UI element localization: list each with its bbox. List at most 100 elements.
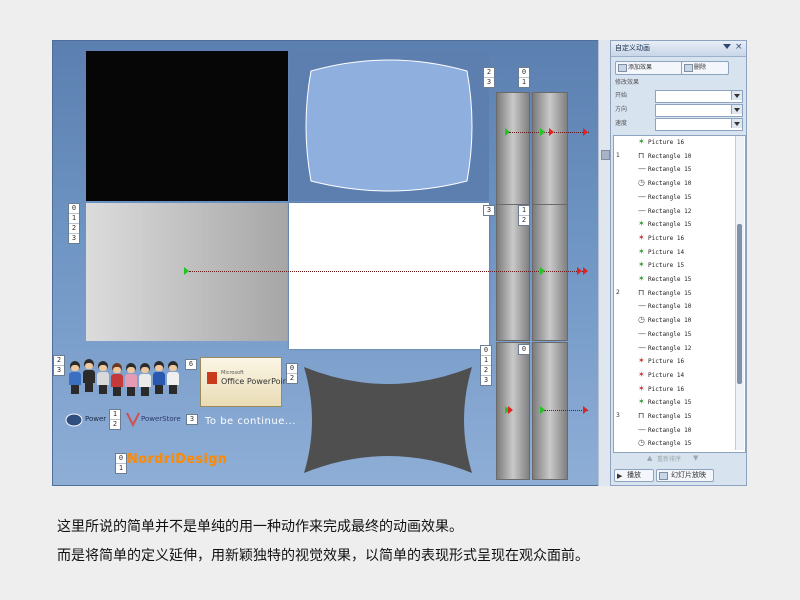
motion-path-line-icon: — [638,424,646,434]
motion-path-line-icon: — [638,328,646,338]
chevron-down-icon[interactable] [731,119,742,128]
clock-icon: ◷ [638,438,645,448]
black-rectangle-shape[interactable] [86,51,288,201]
animation-list-item[interactable]: ✶ Picture 16 [614,355,734,369]
concave-dark-shape[interactable] [298,361,478,479]
animation-list-item[interactable]: ✶ Rectangle 15 [614,218,734,232]
caption-line-2: 而是将简单的定义延伸，用新颖独特的视觉效果，以简单的表现形式呈现在观众面前。 [57,548,589,564]
delete-button[interactable]: 删除 [681,61,729,75]
animation-item-label: Rectangle 15 [648,289,692,297]
motion-start-marker [540,406,545,414]
animation-list-item[interactable]: ✶ Rectangle 15 [614,396,734,410]
motion-end-marker [549,128,554,136]
animation-list-item[interactable]: — Rectangle 10 [614,300,734,314]
slideshow-button[interactable]: 幻灯片放映 [656,469,714,482]
animation-list-item[interactable]: — Rectangle 12 [614,342,734,356]
green-star-effect-icon: ✶ [638,260,645,270]
animation-list-item[interactable]: ✶ Picture 16 [614,383,734,397]
chevron-down-icon[interactable] [731,91,742,100]
blue-panel-shape[interactable] [289,51,489,201]
to-be-continue-text[interactable]: To be continue... [205,416,296,427]
animation-list-item[interactable]: ✶ Picture 14 [614,246,734,260]
animation-list-item[interactable]: — Rectangle 10 [614,424,734,438]
animation-item-label: Rectangle 15 [648,330,692,338]
task-pane-title-bar: 自定义动画 × [611,41,746,57]
vertical-strip-shape[interactable] [496,342,530,480]
close-icon[interactable]: × [735,42,743,52]
animation-list-item[interactable]: ✶ Rectangle 15 [614,273,734,287]
slide-canvas[interactable]: 23 01 0123 3 12 23 6 Microsoft Office Po… [52,40,610,486]
motion-path-line-icon: — [638,164,646,174]
animation-item-label: Rectangle 15 [648,440,692,448]
animation-item-label: Rectangle 12 [648,207,692,215]
animation-item-label: Picture 14 [648,248,685,256]
power-logo-text: Power [85,415,107,423]
animation-list-item[interactable]: 1 ⊓ Rectangle 10 [614,150,734,164]
red-star-effect-icon: ✶ [638,356,645,366]
green-star-effect-icon: ✶ [638,397,645,407]
nordri-design-logo[interactable]: NordriDesign [127,452,227,467]
white-rectangle-shape[interactable] [289,203,489,349]
delete-icon [684,64,693,72]
animation-list-item[interactable]: ✶ Picture 16 [614,232,734,246]
animation-order-tag: 23 [483,67,495,88]
animation-item-label: Rectangle 15 [648,221,692,229]
animation-list-item[interactable]: 3 ⊓ Rectangle 15 [614,410,734,424]
arrow-down-icon[interactable]: ▼ [693,454,698,462]
cartoon-person-image[interactable] [125,363,137,396]
green-star-effect-icon: ✶ [638,219,645,229]
animation-list-item[interactable]: ✶ Picture 15 [614,259,734,273]
animation-item-label: Rectangle 10 [648,180,692,188]
animation-list-item[interactable]: ◷ Rectangle 10 [614,177,734,191]
add-effect-label: 添加效果 [628,64,653,71]
animation-item-label: Rectangle 10 [648,152,692,160]
animation-order-tag: 12 [109,409,121,430]
scrollbar-thumb[interactable] [601,150,610,160]
motion-start-marker [540,267,545,275]
slide-vertical-scrollbar[interactable] [598,40,610,486]
mouse-click-icon: ⊓ [638,287,645,297]
office-powerpoint-logo-image[interactable]: Microsoft Office PowerPoint [200,357,291,407]
reorder-label: 重新排序 [657,456,682,463]
scrollbar-thumb[interactable] [737,224,742,384]
vertical-strip-shape[interactable] [532,204,568,341]
motion-end-marker [583,406,588,414]
animation-list-item[interactable]: — Rectangle 15 [614,328,734,342]
start-select[interactable] [655,90,743,103]
cartoon-person-image[interactable] [139,363,151,396]
cartoon-person-image[interactable] [153,361,165,394]
animation-list-item[interactable]: — Rectangle 12 [614,205,734,219]
animation-list[interactable]: ✶ Picture 16 1 ⊓ Rectangle 10— Rectangle 15 ◷ R… [613,135,746,453]
vertical-strip-shape[interactable] [532,342,568,480]
cartoon-person-image[interactable] [69,361,81,394]
chevron-down-icon[interactable] [723,44,731,49]
animation-list-item[interactable]: ✶ Picture 16 [614,136,734,150]
cartoon-person-image[interactable] [97,361,109,394]
animation-list-item[interactable]: 2 ⊓ Rectangle 15 [614,287,734,301]
speed-label: 速度 [615,120,628,127]
animation-list-item[interactable]: ◷ Rectangle 15 [614,437,734,451]
bulged-rectangle-shape[interactable] [289,51,489,201]
powerstore-logo-text: PowerStore [141,415,181,423]
animation-list-item[interactable]: ✶ Picture 14 [614,369,734,383]
arrow-up-icon[interactable]: ▲ [647,454,652,462]
cartoon-person-image[interactable] [111,363,123,396]
animation-list-item[interactable]: ◷ Rectangle 10 [614,314,734,328]
speed-select[interactable] [655,118,743,131]
motion-end-marker [577,267,582,275]
motion-path [544,410,588,411]
chevron-down-icon[interactable] [731,105,742,114]
cartoon-person-image[interactable] [167,361,179,394]
cartoon-person-image[interactable] [83,359,95,392]
play-button[interactable]: ▶ 播放 [614,469,654,482]
animation-item-label: Picture 16 [648,234,685,242]
direction-select[interactable] [655,104,743,117]
add-effect-button[interactable]: 添加效果 [615,61,691,75]
motion-path-line-icon: — [638,342,646,352]
animation-list-scrollbar[interactable] [735,136,744,450]
animation-list-item[interactable]: — Rectangle 15 [614,163,734,177]
motion-end-marker [583,128,588,136]
animation-list-item[interactable]: — Rectangle 15 [614,191,734,205]
powerstore-logo-icon[interactable] [125,411,141,427]
power-logo-icon[interactable] [65,413,83,427]
